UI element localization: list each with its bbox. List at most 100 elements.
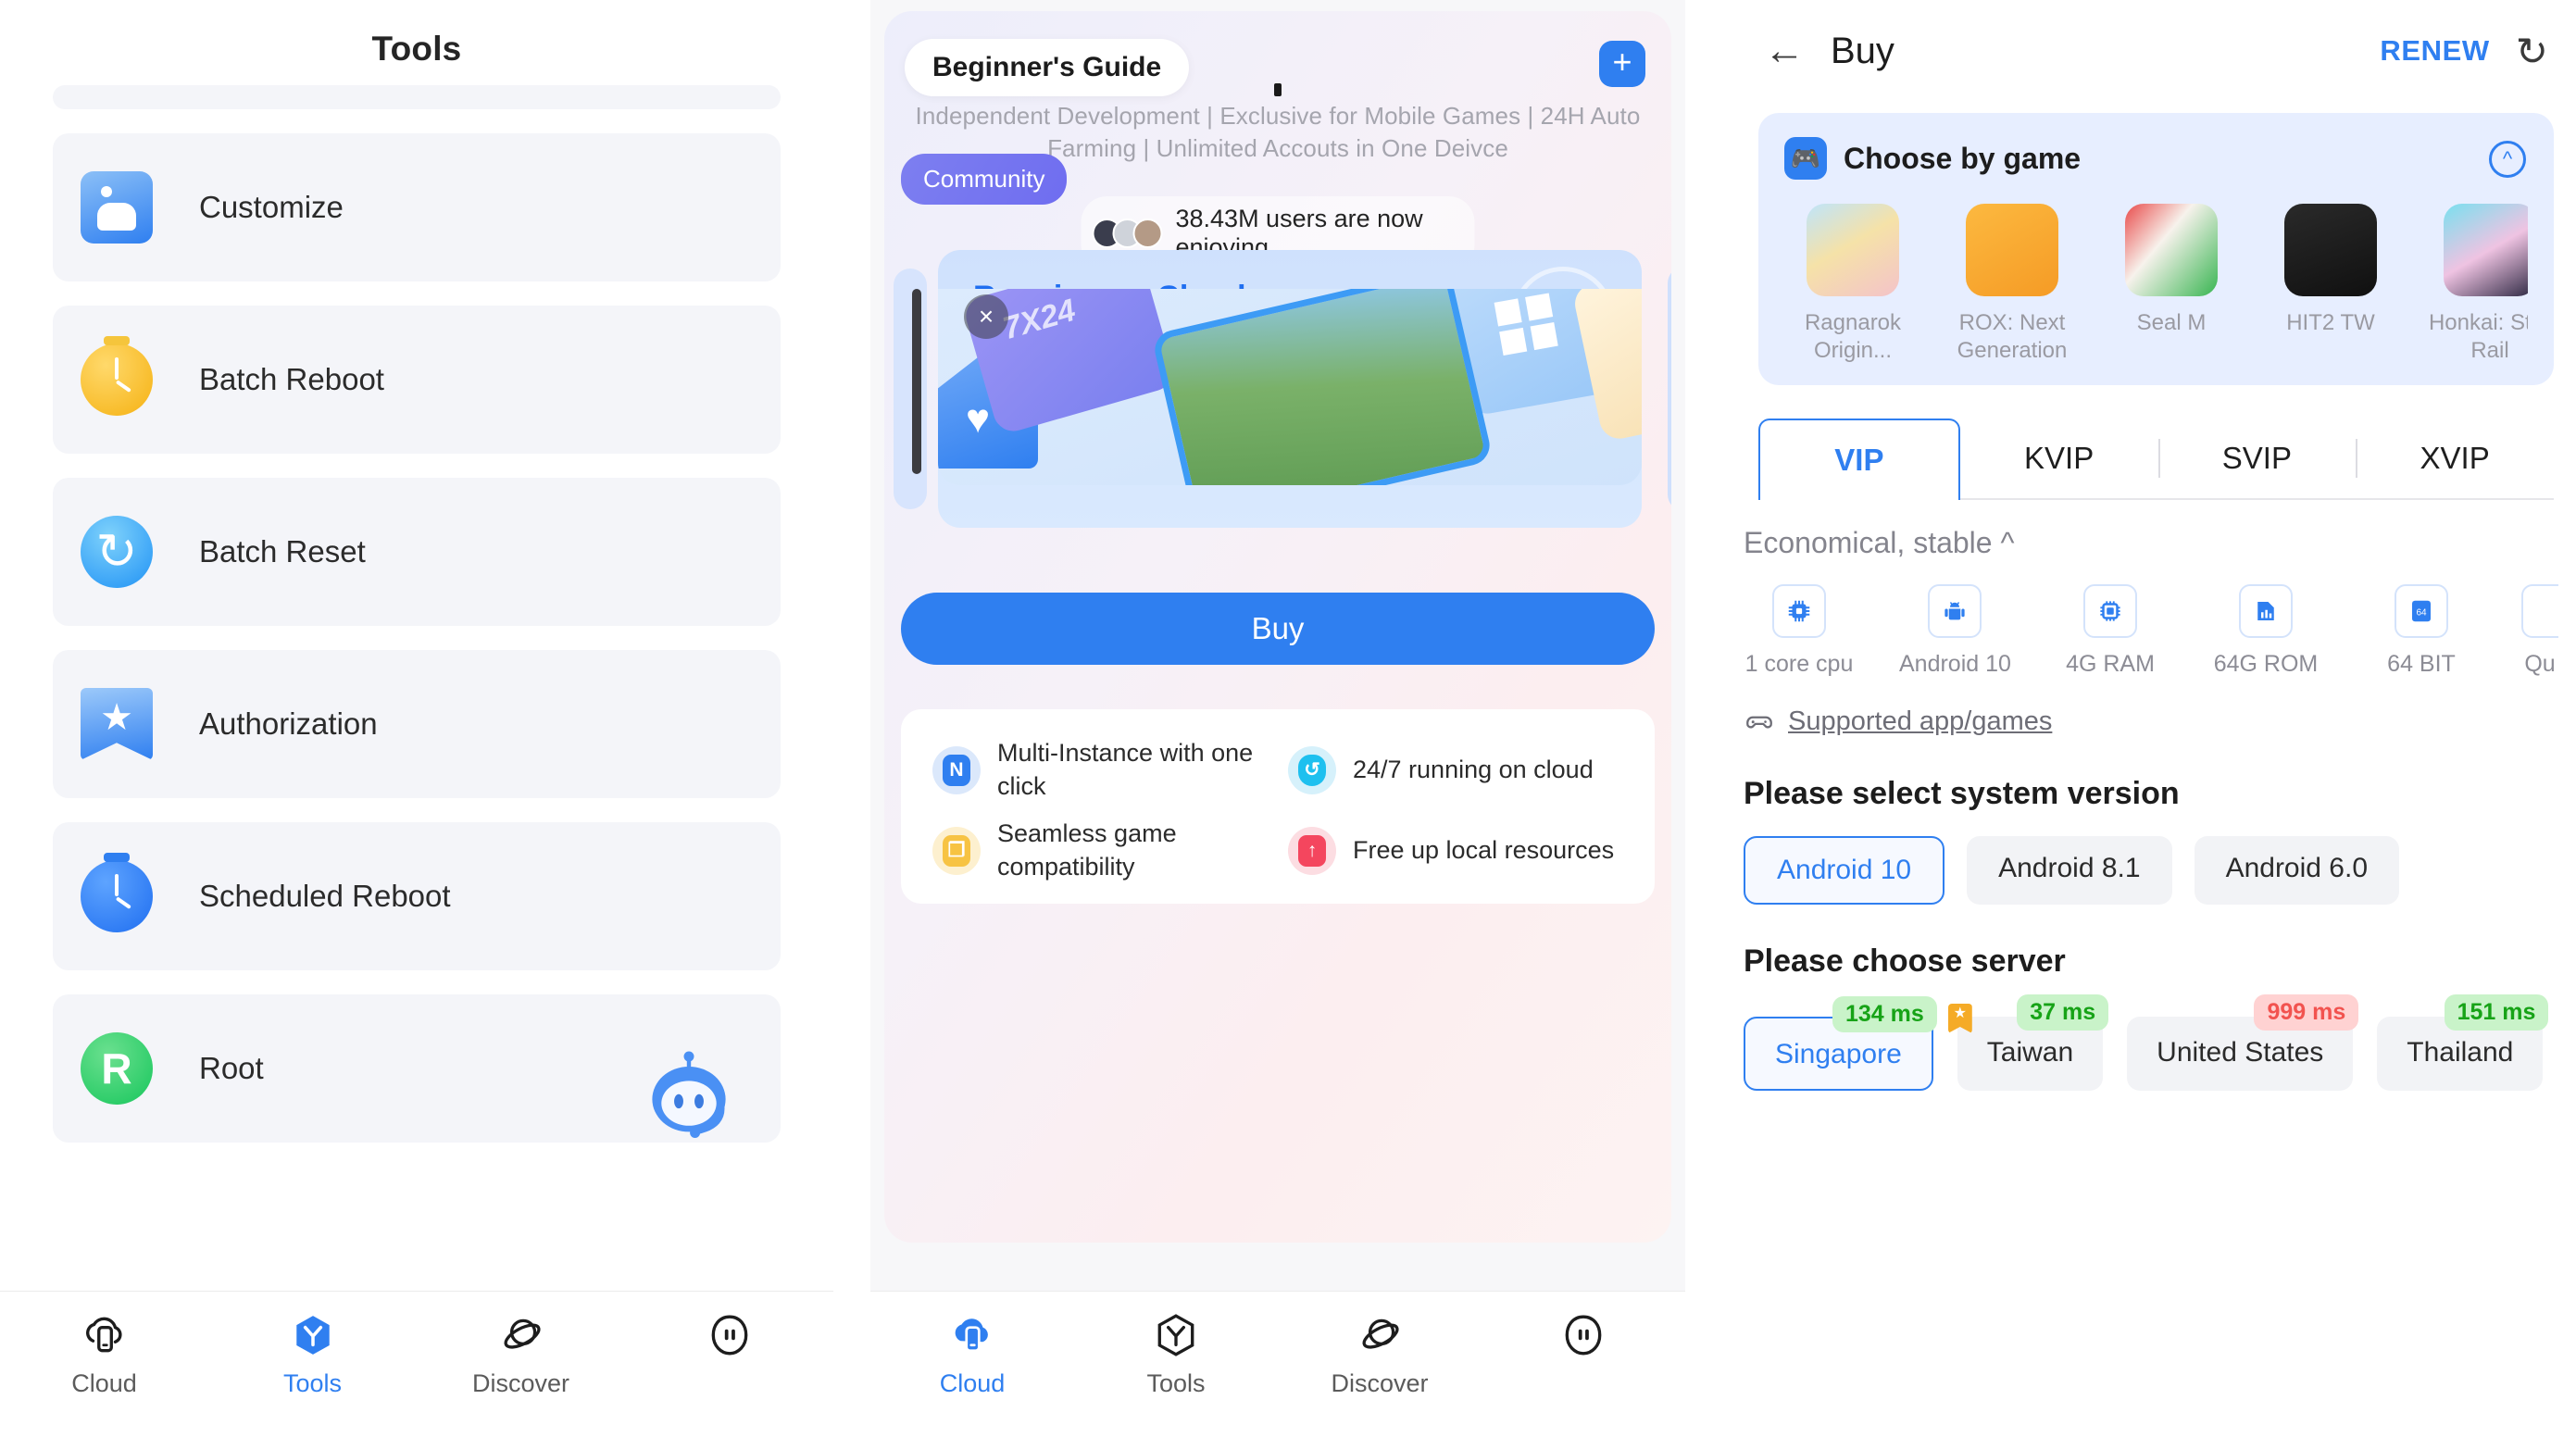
nav-item-discover[interactable]: Discover xyxy=(417,1312,625,1398)
nav-item-tools[interactable]: Tools xyxy=(1074,1312,1278,1398)
cloud-running-icon: ↺ xyxy=(1288,745,1336,794)
tab-svip[interactable]: SVIP xyxy=(2157,419,2357,498)
game-item[interactable]: Ragnarok Origin... xyxy=(1784,204,1921,365)
avatar xyxy=(1132,219,1163,248)
close-icon[interactable]: × xyxy=(964,294,1008,339)
tab-divider xyxy=(2157,439,2160,478)
gamepad-icon: 🎮 xyxy=(1784,137,1827,180)
tool-label: Customize xyxy=(199,190,344,224)
game-thumbnail xyxy=(2444,204,2528,296)
nav-item-profile[interactable] xyxy=(1482,1312,1685,1369)
server-heading: Please choose server xyxy=(1744,943,2066,979)
tool-row-root[interactable]: Root xyxy=(53,994,781,1143)
chip-android-60[interactable]: Android 6.0 xyxy=(2194,836,2400,905)
server-label: United States xyxy=(2157,1037,2324,1068)
supported-apps-link[interactable]: Supported app/games xyxy=(1736,706,2576,737)
back-arrow-icon[interactable]: ← xyxy=(1764,31,1814,71)
cloud-phone-icon xyxy=(85,1317,121,1353)
feature-multi-instance: N Multi-Instance with one click xyxy=(932,737,1268,803)
tools-panel: Tools Customize Batch Reboot Batch Reset… xyxy=(0,0,833,1437)
tools-y-icon xyxy=(1157,1314,1194,1356)
server-singapore[interactable]: 134 ms Singapore xyxy=(1744,996,1937,1091)
buy-button[interactable]: Buy xyxy=(901,593,1655,665)
android-icon xyxy=(1928,584,1982,638)
tool-label: Root xyxy=(199,1051,264,1085)
tool-row-scheduled-reboot[interactable]: Scheduled Reboot xyxy=(53,822,781,970)
server-taiwan[interactable]: ★ 37 ms Taiwan xyxy=(1947,994,2109,1091)
icon-glyph: ↺ xyxy=(1298,754,1326,786)
nav-label: Cloud xyxy=(939,1369,1006,1397)
nav-item-profile[interactable] xyxy=(625,1312,833,1369)
plan-description[interactable]: Economical, stable ^ xyxy=(1736,526,2576,560)
tool-row-batch-reboot[interactable]: Batch Reboot xyxy=(53,306,781,454)
free-resources-icon: ↑ xyxy=(1288,826,1336,875)
tab-label: SVIP xyxy=(2221,441,2292,475)
refresh-icon[interactable]: ↻ xyxy=(2516,29,2548,74)
spec-label: 1 core cpu xyxy=(1744,651,1854,677)
game-item[interactable]: Seal M xyxy=(2103,204,2240,365)
gamepad-outline-icon xyxy=(1746,716,1772,729)
nav-item-cloud[interactable]: Cloud xyxy=(0,1312,208,1398)
spec-row: 1 core cpu Android 10 4G RAM 64G ROM 64 … xyxy=(1736,584,2576,678)
spec-label: 64G ROM xyxy=(2213,651,2319,677)
refresh-circle-icon xyxy=(81,516,153,588)
nav-item-cloud[interactable]: Cloud xyxy=(870,1312,1074,1398)
feature-label: 24/7 running on cloud xyxy=(1353,755,1594,783)
chip-android-81[interactable]: Android 8.1 xyxy=(1967,836,2172,905)
tool-row-authorization[interactable]: Authorization xyxy=(53,650,781,798)
game-thumbnail xyxy=(1966,204,2058,296)
carousel-slide-next[interactable]: E P xyxy=(1668,267,1671,511)
spec-ram: 4G RAM xyxy=(2055,584,2166,678)
multi-instance-icon: N xyxy=(932,745,981,794)
cloud-phone-icon xyxy=(955,1318,988,1353)
tab-label: VIP xyxy=(1834,443,1884,477)
ping-badge: 134 ms xyxy=(1832,996,1937,1032)
nav-label: Discover xyxy=(471,1369,570,1397)
server-options: 134 ms Singapore ★ 37 ms Taiwan 999 ms U… xyxy=(1736,994,2576,1091)
nav-item-discover[interactable]: Discover xyxy=(1278,1312,1482,1398)
robot-assistant-icon[interactable] xyxy=(638,1046,740,1148)
tab-xvip[interactable]: XVIP xyxy=(2356,419,2554,498)
carousel-illustration: 7X24 × xyxy=(938,289,1642,485)
nav-label: Discover xyxy=(1331,1369,1429,1397)
feature-free-resources: ↑ Free up local resources xyxy=(1288,818,1623,883)
add-instance-button[interactable]: + xyxy=(1599,41,1645,87)
game-item[interactable]: HIT2 TW xyxy=(2262,204,2399,365)
system-version-heading: Please select system version xyxy=(1744,776,2180,811)
chevron-up-icon[interactable]: ^ xyxy=(2489,141,2526,178)
game-item[interactable]: Honkai: Star Rail xyxy=(2421,204,2528,365)
rom-icon xyxy=(2239,584,2293,638)
spec-label: Qu xyxy=(2524,651,2556,677)
cloud-bottom-nav: Cloud Tools Discover xyxy=(870,1291,1685,1437)
tool-row-customize[interactable]: Customize xyxy=(53,133,781,281)
tab-vip[interactable]: VIP xyxy=(1758,419,1960,500)
tab-kvip[interactable]: KVIP xyxy=(1960,419,2158,498)
game-thumbnail-strip[interactable]: Ragnarok Origin... ROX: Next Generation … xyxy=(1784,204,2528,365)
avatar-group xyxy=(1092,219,1163,248)
carousel-slide-prev[interactable] xyxy=(894,269,927,509)
hero-banner: Beginner's Guide + Independent Developme… xyxy=(884,11,1671,1243)
chip-android-10[interactable]: Android 10 xyxy=(1744,836,1945,905)
spec-android: Android 10 xyxy=(1899,584,2011,678)
discover-planet-icon xyxy=(503,1318,541,1349)
seven-by-24-label: 7X24 xyxy=(998,292,1080,347)
customize-icon xyxy=(81,171,153,244)
beginners-guide-button[interactable]: Beginner's Guide xyxy=(905,39,1190,96)
server-united-states[interactable]: 999 ms United States xyxy=(2127,994,2359,1091)
server-thailand[interactable]: 151 ms Thailand xyxy=(2377,994,2549,1091)
game-name: Honkai: Star Rail xyxy=(2428,310,2528,363)
star-icon: ★ xyxy=(1947,1004,1972,1033)
plan-tabs: VIP KVIP SVIP XVIP xyxy=(1758,419,2554,500)
community-tag[interactable]: Community xyxy=(901,154,1068,205)
game-item[interactable]: ROX: Next Generation xyxy=(1944,204,2081,365)
tool-label: Batch Reboot xyxy=(199,362,384,396)
buy-panel: ← Buy RENEW ↻ 🎮 Choose by game ^ Ragnaro… xyxy=(1736,0,2576,1437)
game-thumbnail xyxy=(2125,204,2218,296)
tool-row-batch-reset[interactable]: Batch Reset xyxy=(53,478,781,626)
tool-row-partial[interactable] xyxy=(53,85,781,109)
nav-item-tools[interactable]: Tools xyxy=(208,1312,417,1398)
clock-blue-icon xyxy=(81,853,153,932)
section-title: Choose by game xyxy=(1844,141,2082,175)
renew-button[interactable]: RENEW xyxy=(2380,34,2489,68)
spec-label: 4G RAM xyxy=(2066,651,2155,677)
